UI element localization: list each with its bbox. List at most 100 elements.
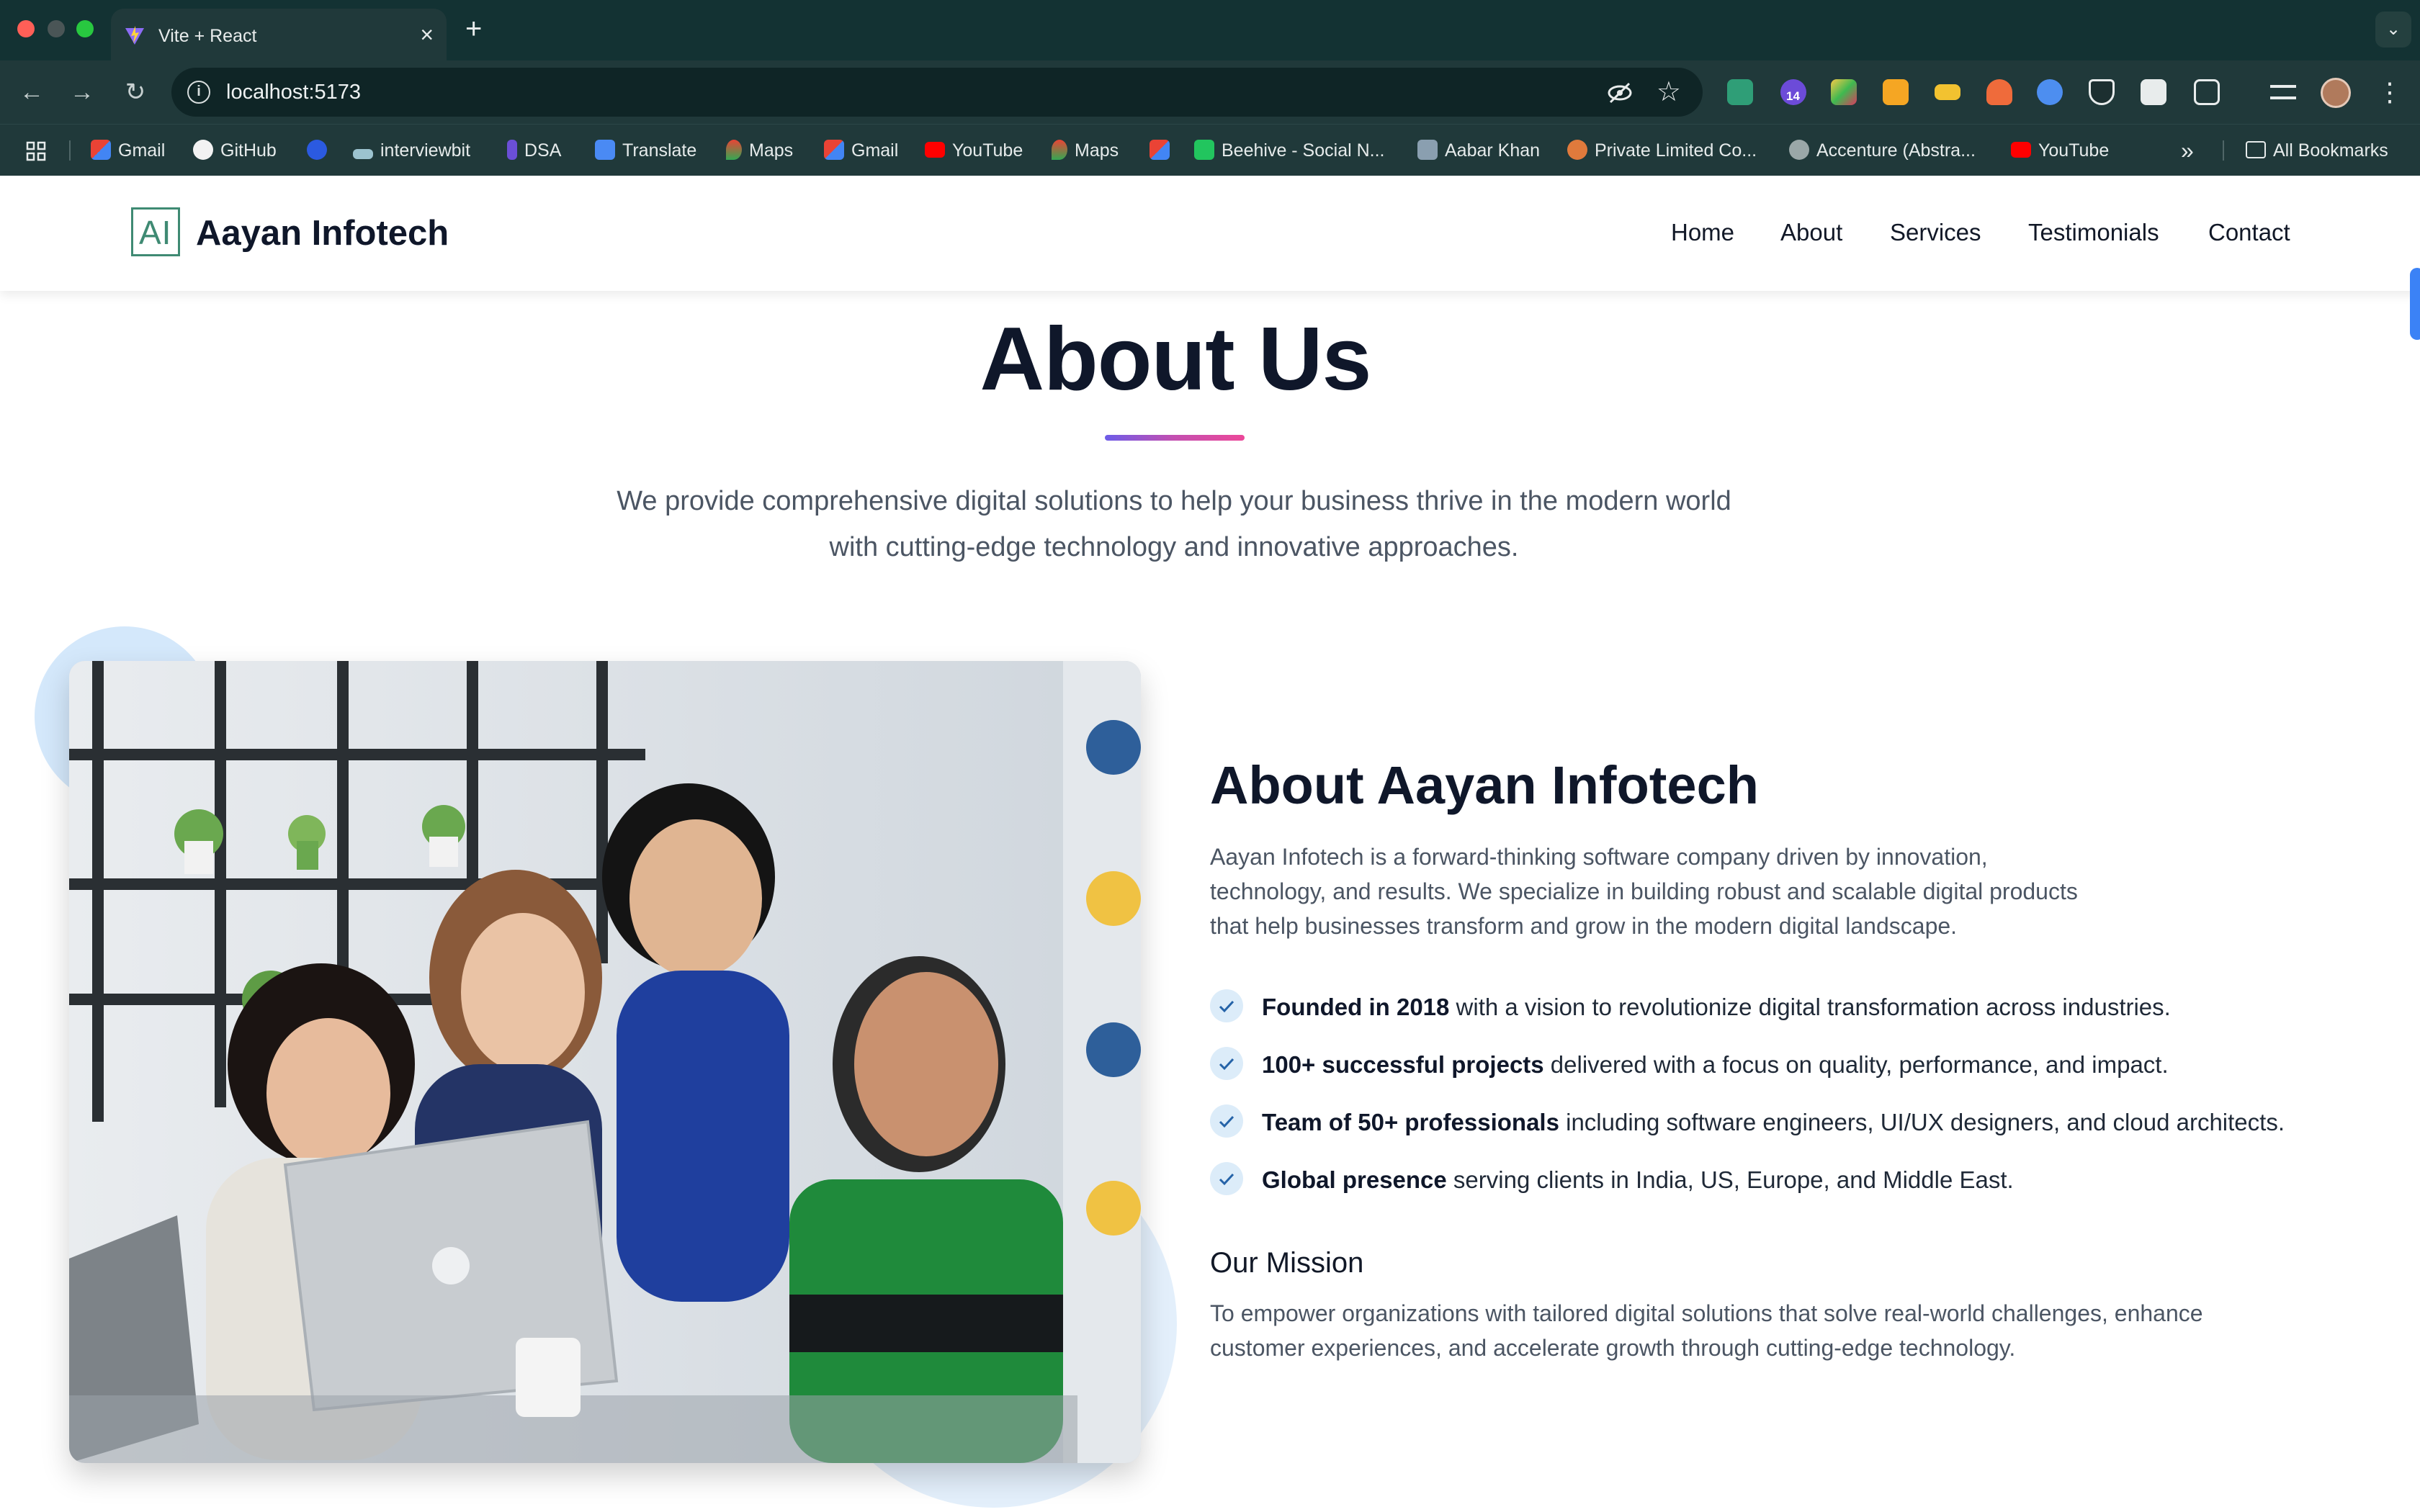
person-icon [1417,140,1438,161]
feature-item: 100+ successful projects delivered with … [1210,1047,2334,1083]
company-icon [1567,140,1587,161]
section-title: About Us [980,310,1371,409]
nav-services[interactable]: Services [1890,219,1981,246]
site-header: AI Aayan Infotech Home About Services Te… [0,176,2420,291]
bookmark-interviewbit[interactable]: interviewbit [353,138,470,163]
youtube-icon [925,142,945,158]
more-bookmarks-icon[interactable]: » [2181,138,2194,163]
bookmark-private-limited[interactable]: Private Limited Co... [1567,138,1757,163]
feature-item: Team of 50+ professionals including soft… [1210,1104,2334,1140]
extension-figure-icon[interactable] [1986,79,2012,105]
extensions-puzzle-icon[interactable] [2194,79,2220,105]
tab-title: Vite + React [158,26,257,46]
profile-avatar[interactable] [2321,78,2351,108]
check-icon [1210,1162,1243,1195]
translate-icon [595,140,615,161]
nav-home[interactable]: Home [1671,219,1734,246]
brand-name[interactable]: Aayan Infotech [196,213,449,253]
extension-color-icon[interactable] [1831,79,1857,105]
feature-item: Founded in 2018 with a vision to revolut… [1210,989,2334,1025]
beehive-icon [1194,140,1214,161]
globe-icon [1789,140,1809,161]
mission-text: To empower organizations with tailored d… [1210,1300,2203,1361]
new-tab-button[interactable]: + [465,13,482,45]
back-button[interactable]: ← [14,75,49,109]
bookmarks-bar: Gmail GitHub interviewbit DSA Translate … [0,124,2420,176]
team-photo [69,661,1141,1463]
extension-badge-icon[interactable]: 14 [1780,79,1806,105]
extension-orange-icon[interactable] [1883,79,1909,105]
bookmark-accenture[interactable]: Accenture (Abstra... [1789,138,1976,163]
github-icon [193,140,213,161]
gmail-icon [91,140,111,161]
forward-button[interactable]: → [65,75,99,109]
extension-badge-count: 14 [1786,89,1800,103]
site-info-icon[interactable]: i [187,81,210,104]
address-bar[interactable]: i localhost:5173 ☆ [171,68,1703,117]
bookmark-youtube[interactable]: YouTube [925,138,1023,163]
feature-text: delivered with a focus on quality, perfo… [1543,1051,2169,1078]
feature-text: including software engineers, UI/UX desi… [1559,1109,2285,1135]
folder-icon [2246,141,2266,159]
web-page: AI Aayan Infotech Home About Services Te… [0,176,2420,1512]
media-control-icon[interactable] [2270,85,2296,99]
bookmark-maps-2[interactable]: Maps [1052,138,1119,163]
close-window-button[interactable] [17,20,35,37]
bookmark-maps[interactable]: Maps [726,138,793,163]
browser-chrome: Vite + React × + ⌄ ← → ↻ i localhost:517… [0,0,2420,176]
feature-highlight: Team of 50+ professionals [1262,1109,1559,1135]
bookmark-star-icon[interactable]: ☆ [1657,76,1681,108]
bookmark-c[interactable] [307,138,334,163]
maps-icon [1052,140,1067,161]
bookmark-youtube-2[interactable]: YouTube [2011,138,2109,163]
gmail-icon [824,140,844,161]
dsa-icon [507,140,517,161]
all-bookmarks-button[interactable]: All Bookmarks [2246,138,2388,163]
feature-text: with a vision to revolutionize digital t… [1449,994,2171,1020]
bookmark-gmail[interactable]: Gmail [91,138,165,163]
tab-search-button[interactable]: ⌄ [2375,12,2411,48]
check-icon [1210,1047,1243,1080]
extension-drop-icon[interactable] [2037,79,2063,105]
about-heading: About Aayan Infotech [1210,755,1759,815]
apps-grid-icon[interactable] [26,138,46,163]
maps-icon [726,140,742,161]
section-intro: We provide comprehensive digital solutio… [617,486,1731,562]
minimize-window-button[interactable] [48,20,65,37]
nav-about[interactable]: About [1780,219,1842,246]
feature-item: Global presence serving clients in India… [1210,1162,2334,1198]
bookmark-gmail-3[interactable] [1150,138,1177,163]
nav-testimonials[interactable]: Testimonials [2028,219,2159,246]
bookmark-dsa[interactable]: DSA [507,138,561,163]
logo-icon[interactable]: AI [131,207,180,256]
url-text[interactable]: localhost:5173 [226,81,361,104]
mission-title: Our Mission [1210,1247,1364,1279]
feature-highlight: Global presence [1262,1166,1447,1193]
bookmark-aabar-khan[interactable]: Aabar Khan [1417,138,1540,163]
browser-toolbar: ← → ↻ i localhost:5173 ☆ 14 ⋮ [0,60,2420,124]
extension-qr-icon[interactable] [2141,79,2166,105]
extension-shield-icon[interactable] [2089,79,2115,105]
gmail-icon [1150,140,1170,161]
interviewbit-icon [353,149,373,160]
youtube-icon [2011,142,2031,158]
bookmark-github[interactable]: GitHub [193,138,277,163]
about-description: Aayan Infotech is a forward-thinking sof… [1210,844,2078,939]
extension-mail-icon[interactable] [1727,79,1753,105]
bookmark-translate[interactable]: Translate [595,138,696,163]
check-icon [1210,989,1243,1022]
nav-contact[interactable]: Contact [2208,219,2290,246]
maximize-window-button[interactable] [76,20,94,37]
feature-highlight: 100+ successful projects [1262,1051,1544,1078]
bookmark-beehive[interactable]: Beehive - Social N... [1194,138,1385,163]
scrollbar-thumb[interactable] [2410,268,2420,340]
close-tab-icon[interactable]: × [420,22,434,48]
check-icon [1210,1104,1243,1138]
browser-menu-icon[interactable]: ⋮ [2377,75,2403,109]
feature-text: serving clients in India, US, Europe, an… [1446,1166,2014,1193]
bookmark-gmail-2[interactable]: Gmail [824,138,898,163]
reload-button[interactable]: ↻ [118,75,153,109]
eye-off-icon[interactable] [1606,79,1634,107]
browser-tab[interactable]: Vite + React × [111,9,447,60]
extension-card-icon[interactable] [1935,84,1960,100]
